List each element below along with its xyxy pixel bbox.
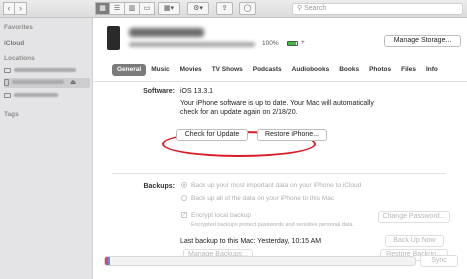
manage-storage-button[interactable]: Manage Storage... bbox=[384, 35, 461, 47]
tab-books[interactable]: Books bbox=[334, 64, 364, 76]
sidebar-heading-locations: Locations bbox=[4, 55, 35, 62]
tab-music[interactable]: Music bbox=[146, 64, 174, 76]
search-placeholder: Search bbox=[304, 5, 327, 12]
nav-buttons: ‹ › bbox=[3, 2, 27, 15]
tab-audiobooks[interactable]: Audiobooks bbox=[287, 64, 335, 76]
sidebar-item-iphone[interactable]: ⏏ bbox=[4, 78, 90, 88]
tab-tv-shows[interactable]: TV Shows bbox=[207, 64, 248, 76]
backup-mac-label: Back up all of the data on your iPhone t… bbox=[191, 195, 335, 202]
disk-icon bbox=[4, 92, 11, 98]
phone-icon bbox=[4, 78, 9, 86]
software-label: Software: bbox=[143, 88, 175, 95]
tab-info[interactable]: Info bbox=[421, 64, 443, 76]
icon-view-icon[interactable]: ▦ bbox=[95, 2, 110, 15]
gallery-view-icon[interactable]: ▭ bbox=[140, 2, 155, 15]
share-icon[interactable]: ⇪ bbox=[216, 2, 233, 15]
sidebar-heading-tags: Tags bbox=[4, 111, 19, 118]
encrypt-backup-option[interactable]: ✓ Encrypt local backup bbox=[181, 212, 251, 219]
change-password-button[interactable]: Change Password... bbox=[378, 211, 450, 223]
blurred-label bbox=[12, 80, 64, 85]
tab-photos[interactable]: Photos bbox=[364, 64, 396, 76]
device-pane: 100% + Manage Storage... General Music M… bbox=[94, 18, 467, 279]
toolbar: ‹ › ▦ ☰ ▥ ▭ ▦▾ ⚙▾ ⇪ ◯ ⚲ Search bbox=[0, 0, 467, 18]
backups-label: Backups: bbox=[143, 183, 175, 190]
sidebar-item-icloud[interactable]: iCloud bbox=[4, 39, 90, 49]
encrypt-label: Encrypt local backup bbox=[191, 212, 251, 219]
back-up-now-button[interactable]: Back Up Now bbox=[385, 235, 444, 247]
view-mode-group: ▦ ☰ ▥ ▭ bbox=[95, 2, 155, 15]
radio-icloud[interactable] bbox=[181, 182, 187, 189]
column-view-icon[interactable]: ▥ bbox=[125, 2, 140, 15]
tab-movies[interactable]: Movies bbox=[175, 64, 207, 76]
checkbox-encrypt[interactable]: ✓ bbox=[181, 212, 187, 219]
backup-mac-option[interactable]: Back up all of the data on your iPhone t… bbox=[181, 195, 334, 202]
blurred-label bbox=[14, 68, 76, 73]
tab-general[interactable]: General bbox=[112, 64, 147, 76]
storage-segment-apps bbox=[108, 257, 110, 265]
software-version: iOS 13.3.1 bbox=[180, 88, 214, 95]
search-input[interactable]: ⚲ Search bbox=[292, 3, 463, 15]
back-button[interactable]: ‹ bbox=[3, 2, 15, 15]
section-divider bbox=[112, 173, 446, 174]
encrypt-note: Encrypted backups protect passwords and … bbox=[191, 222, 354, 228]
computer-icon bbox=[4, 67, 11, 73]
battery-icon bbox=[287, 41, 298, 46]
device-info-blurred bbox=[129, 42, 255, 47]
sync-button[interactable]: Sync bbox=[420, 255, 458, 267]
action-gear-icon[interactable]: ⚙▾ bbox=[187, 2, 209, 15]
blurred-label bbox=[14, 93, 58, 98]
radio-mac[interactable] bbox=[181, 195, 187, 202]
software-status-message: Your iPhone software is up to date. Your… bbox=[180, 100, 374, 116]
sidebar-item-disk[interactable] bbox=[4, 91, 90, 101]
eject-icon[interactable]: ⏏ bbox=[70, 79, 76, 86]
last-backup-text: Last backup to this Mac: Yesterday, 10:1… bbox=[180, 238, 322, 245]
restore-iphone-button[interactable]: Restore iPhone... bbox=[257, 129, 327, 141]
sidebar: Favorites iCloud Locations ⏏ Tags bbox=[0, 18, 93, 279]
sidebar-heading-favorites: Favorites bbox=[4, 24, 33, 31]
backup-icloud-label: Back up your most important data on your… bbox=[191, 182, 362, 189]
backup-icloud-option[interactable]: Back up your most important data on your… bbox=[181, 182, 361, 189]
list-view-icon[interactable]: ☰ bbox=[110, 2, 125, 15]
device-name-blurred bbox=[129, 28, 204, 37]
battery-percent: 100% bbox=[262, 40, 279, 47]
tab-podcasts[interactable]: Podcasts bbox=[248, 64, 287, 76]
tab-divider bbox=[94, 81, 467, 82]
tab-bar: General Music Movies TV Shows Podcasts A… bbox=[112, 64, 443, 76]
group-by-icon[interactable]: ▦▾ bbox=[158, 2, 180, 15]
check-for-update-button[interactable]: Check for Update bbox=[176, 129, 248, 141]
storage-bar bbox=[104, 256, 416, 266]
tab-files[interactable]: Files bbox=[396, 64, 421, 76]
forward-button[interactable]: › bbox=[15, 2, 27, 15]
iphone-icon bbox=[107, 26, 120, 50]
charging-icon: + bbox=[301, 39, 305, 46]
search-icon: ⚲ bbox=[297, 5, 303, 12]
sidebar-item-mac[interactable] bbox=[4, 66, 90, 76]
tag-icon[interactable]: ◯ bbox=[239, 2, 256, 15]
